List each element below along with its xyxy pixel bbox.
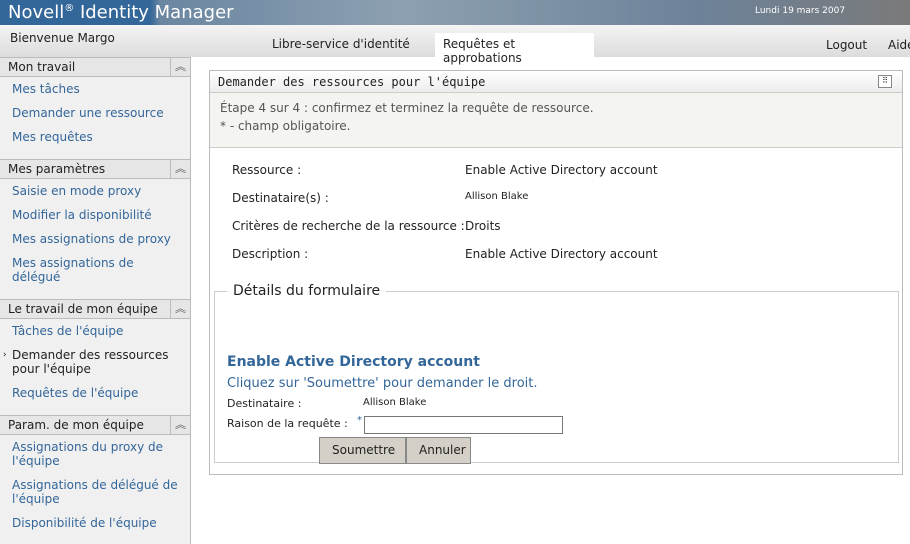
recipient-value: Allison Blake <box>363 397 427 408</box>
sidebar-item[interactable]: Demander une ressource <box>0 101 190 125</box>
form-subtitle: Cliquez sur 'Soumettre' pour demander le… <box>227 376 538 391</box>
section-param-equipe: Param. de mon équipe ︽ <box>0 415 190 435</box>
section-mes-parametres: Mes paramètres ︽ <box>0 159 190 179</box>
submit-button[interactable]: Soumettre <box>319 437 406 464</box>
reason-input[interactable] <box>364 416 563 434</box>
cancel-button[interactable]: Annuler <box>406 437 471 464</box>
sidebar-item[interactable]: Tâches de l'équipe <box>0 319 190 343</box>
field-value: Allison Blake <box>465 191 529 202</box>
intro: Étape 4 sur 4 : confirmez et terminez la… <box>210 93 902 148</box>
tab-requetes[interactable]: Requêtes et approbations <box>435 33 594 65</box>
collapse-icon[interactable]: ︽ <box>170 58 190 76</box>
help-link[interactable]: Aide <box>888 38 910 52</box>
logo: Novell® Identity Manager <box>8 2 234 23</box>
sidebar-item[interactable]: Assignations du proxy de l'équipe <box>0 435 190 473</box>
sidebar-item[interactable]: Disponibilité de l'équipe <box>0 511 190 535</box>
recipient-label: Destinataire : <box>227 397 302 410</box>
form-title: Enable Active Directory account <box>227 354 480 370</box>
banner: Novell® Identity Manager Lundi 19 mars 2… <box>0 0 910 25</box>
field-label: Ressource : <box>232 163 302 177</box>
field-label: Destinataire(s) : <box>232 191 329 205</box>
required-asterisk: * <box>357 415 362 426</box>
navbar: Bienvenue Margo Libre-service d'identité… <box>0 25 910 65</box>
sidebar-item[interactable]: Modifier la disponibilité <box>0 203 190 227</box>
request-panel: Demander des ressources pour l'équipe ⠿ É… <box>209 70 903 475</box>
sidebar-item[interactable]: Mes tâches <box>0 77 190 101</box>
collapse-icon[interactable]: ︽ <box>170 160 190 178</box>
field-value: Droits <box>465 219 501 233</box>
sidebar-item[interactable]: Mes assignations de délégué <box>0 251 190 289</box>
sidebar-item[interactable]: Mes assignations de proxy <box>0 227 190 251</box>
section-travail-equipe: Le travail de mon équipe ︽ <box>0 299 190 319</box>
field-value: Enable Active Directory account <box>465 247 658 261</box>
sidebar-item[interactable]: Assignations de délégué de l'équipe <box>0 473 190 511</box>
sidebar-item-active[interactable]: Demander des ressources pour l'équipe <box>0 343 190 381</box>
field-label: Description : <box>232 247 309 261</box>
welcome-text: Bienvenue Margo <box>10 31 115 45</box>
section-mon-travail: Mon travail ︽ <box>0 57 190 77</box>
logout-link[interactable]: Logout <box>826 38 867 52</box>
reason-label: Raison de la requête : <box>227 417 348 430</box>
collapse-icon[interactable]: ︽ <box>170 416 190 434</box>
collapse-icon[interactable]: ︽ <box>170 300 190 318</box>
tab-libre-service[interactable]: Libre-service d'identité <box>264 33 418 57</box>
field-value: Enable Active Directory account <box>465 163 658 177</box>
form-details: Détails du formulaire Enable Active Dire… <box>214 283 899 464</box>
field-label: Critères de recherche de la ressource : <box>232 219 465 233</box>
panel-header: Demander des ressources pour l'équipe ⠿ <box>210 71 902 93</box>
sidebar-item[interactable]: Saisie en mode proxy <box>0 179 190 203</box>
form-legend: Détails du formulaire <box>233 283 381 299</box>
panel-menu-icon[interactable]: ⠿ <box>878 75 892 88</box>
sidebar-item[interactable]: Requêtes de l'équipe <box>0 381 190 405</box>
date: Lundi 19 mars 2007 <box>755 6 846 16</box>
sidebar-item[interactable]: Mes requêtes <box>0 125 190 149</box>
sidebar: Mon travail ︽ Mes tâches Demander une res… <box>0 57 191 544</box>
